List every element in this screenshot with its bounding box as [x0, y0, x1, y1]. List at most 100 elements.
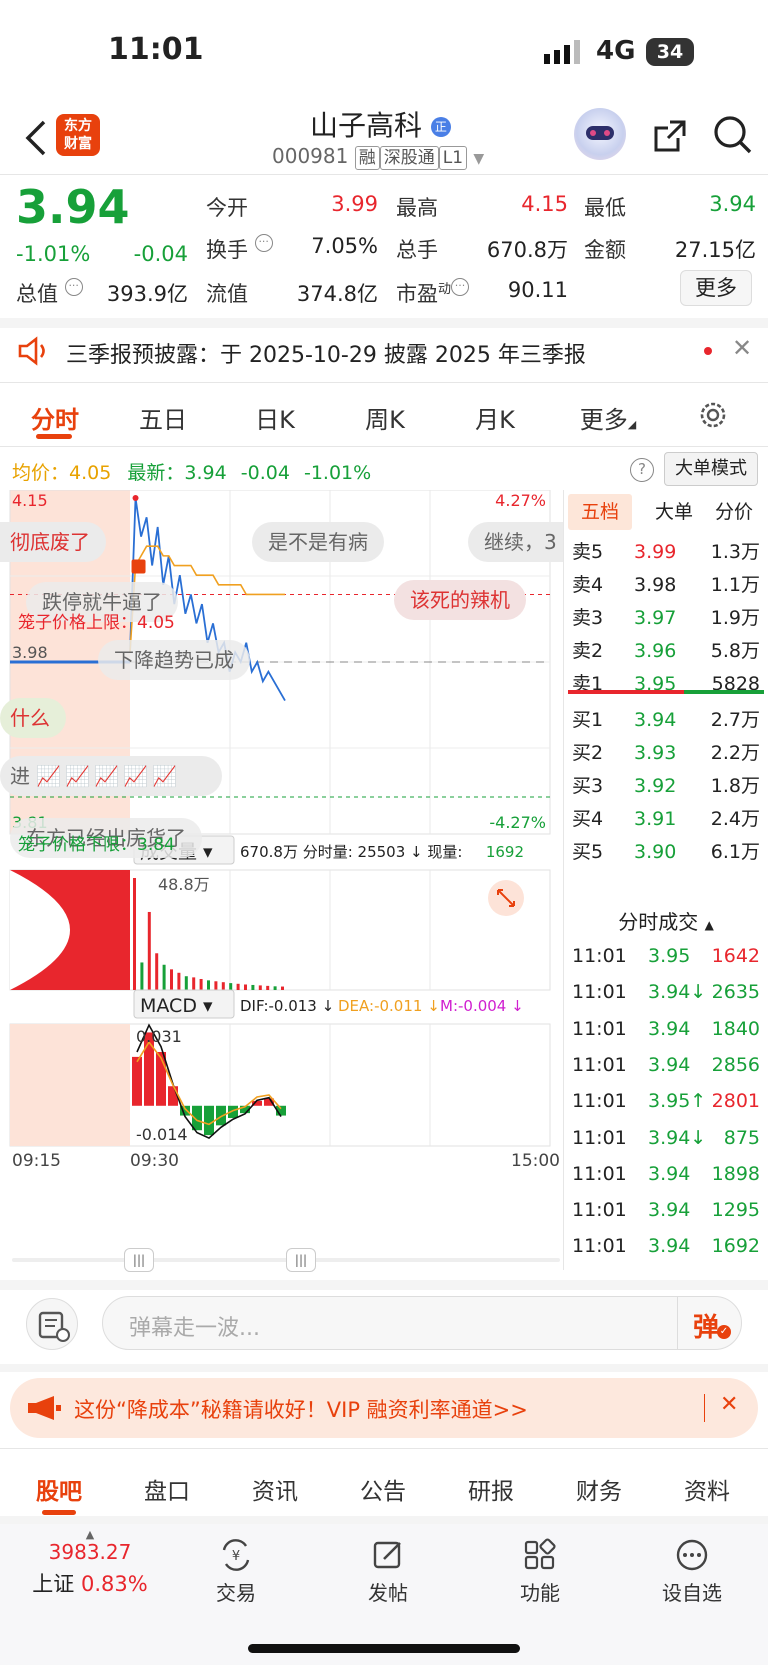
index-value: 3983.27: [48, 1540, 132, 1564]
big-order-mode-button[interactable]: 大单模式: [664, 452, 758, 486]
level-label: 买4: [572, 808, 604, 830]
bottom-tab[interactable]: 盘口: [122, 1472, 212, 1506]
edit-icon: [373, 1541, 401, 1569]
speaker-icon: [18, 336, 45, 366]
range-handle-right[interactable]: |||: [286, 1248, 316, 1272]
close-icon[interactable]: ✕: [732, 334, 752, 362]
notice-text[interactable]: 三季报预披露：于 2025-10-29 披露 2025 年三季报: [66, 337, 586, 369]
macd-title: MACD ▾: [140, 995, 213, 1017]
bid-level[interactable]: 买3 3.92 1.8万: [568, 770, 764, 803]
turnover-label-text: 换手: [206, 238, 248, 262]
tab-daily-k[interactable]: 日K: [240, 400, 310, 435]
divider: [704, 1394, 705, 1422]
tab-big-orders[interactable]: 大单: [644, 494, 704, 530]
search-icon[interactable]: [712, 114, 754, 156]
danmu-list-icon[interactable]: [26, 1298, 78, 1350]
ask-level[interactable]: 卖2 3.96 5.8万: [568, 635, 764, 668]
range-handle-left[interactable]: |||: [124, 1248, 154, 1272]
share-icon[interactable]: [650, 116, 690, 156]
turnover-value: 7.05%: [311, 234, 378, 258]
level-volume: 1.3万: [710, 541, 760, 563]
float-value: 374.8亿: [296, 282, 378, 306]
info-icon[interactable]: ···: [451, 278, 470, 296]
tab-monthly-k[interactable]: 月K: [460, 400, 530, 435]
dock-post[interactable]: 发帖: [348, 1538, 428, 1606]
time-end: 15:00: [511, 1151, 560, 1171]
danmu-bubble: 继续，3: [468, 522, 564, 562]
level-price: 3.97: [634, 607, 677, 629]
ask-level[interactable]: 卖4 3.98 1.1万: [568, 569, 764, 602]
promo-banner[interactable]: 这份“降成本”秘籍请收好！VIP 融资利率通道>> ✕: [10, 1378, 758, 1438]
trade-price: 3.95: [648, 945, 691, 967]
tab-five-day[interactable]: 五日: [128, 400, 198, 435]
back-icon[interactable]: [22, 118, 52, 158]
trade-volume: 875: [723, 1126, 760, 1149]
more-button[interactable]: 更多: [680, 270, 752, 306]
bottom-tab[interactable]: 公告: [338, 1472, 428, 1506]
help-icon[interactable]: ?: [630, 458, 654, 482]
robot-avatar[interactable]: [574, 108, 626, 160]
bid-level[interactable]: 买4 3.91 2.4万: [568, 803, 764, 836]
volume-now: 1692: [486, 843, 524, 861]
bid-level[interactable]: 买1 3.94 2.7万: [568, 704, 764, 737]
bottom-tab[interactable]: 股吧: [14, 1472, 104, 1506]
macd-top-label: 0.031: [136, 1027, 182, 1046]
trade-row: 11:01 3.94↓ 2635: [568, 974, 764, 1010]
tab-weekly-k[interactable]: 周K: [350, 400, 420, 435]
level-volume: 5828: [711, 673, 760, 695]
ask-level[interactable]: 卖3 3.97 1.9万: [568, 602, 764, 635]
danmu-send-button[interactable]: 弹 ✓: [693, 1307, 733, 1343]
trade-volume: 2801: [711, 1090, 760, 1113]
trade-time: 11:01: [572, 1162, 627, 1185]
svg-text:¥: ¥: [232, 1549, 240, 1564]
trades-title[interactable]: 分时成交 ▲: [564, 906, 768, 935]
trade-icon: ¥: [222, 1539, 250, 1571]
stock-title: 山子高科 正: [310, 104, 451, 142]
dock-functions[interactable]: 功能: [500, 1538, 580, 1606]
info-icon[interactable]: ···: [254, 234, 273, 252]
tab-five-levels[interactable]: 五档: [568, 494, 632, 530]
trade-time: 11:01: [572, 1126, 627, 1149]
trade-volume: 1642: [711, 945, 760, 967]
tab-price-dist[interactable]: 分价: [704, 494, 764, 530]
pe-sup: 动: [438, 282, 452, 297]
danmu-send-glyph: 弹: [693, 1313, 720, 1343]
promo-close-icon[interactable]: ✕: [720, 1392, 738, 1417]
volume-bar: [251, 984, 255, 990]
info-icon[interactable]: ···: [64, 278, 83, 296]
bottom-tab[interactable]: 资料: [662, 1472, 752, 1506]
bid-level[interactable]: 买5 3.90 6.1万: [568, 836, 764, 869]
high-value: 4.15: [521, 192, 568, 216]
network-label: 4G: [596, 36, 636, 66]
trade-row: 11:01 3.95↑ 2801: [568, 1083, 764, 1119]
index-widget[interactable]: ▲ 3983.27 上证 0.83%: [20, 1528, 160, 1598]
bottom-tab[interactable]: 财务: [554, 1472, 644, 1506]
divider: [677, 1297, 678, 1349]
bottom-tab[interactable]: 研报: [446, 1472, 536, 1506]
tab-more[interactable]: 更多◢: [568, 400, 648, 435]
danmu-input[interactable]: 弹幕走一波... 弹 ✓: [102, 1296, 742, 1350]
stock-code: 000981: [272, 144, 349, 168]
volume-bar: [221, 982, 225, 990]
pe-value: 90.11: [507, 278, 568, 302]
tab-intraday[interactable]: 分时: [20, 400, 90, 435]
volume-bar: [155, 953, 159, 990]
stock-code-row[interactable]: 000981 融深股通 L1 ▼: [272, 144, 484, 170]
trade-row: 11:01 3.94 1295: [568, 1192, 764, 1228]
chart-summary: 均价：4.05 最新：3.94 -0.04 -1.01%: [12, 458, 371, 485]
dock-add-watchlist[interactable]: 设自选: [652, 1538, 732, 1606]
chg-value: -0.04: [240, 462, 290, 484]
ask-level[interactable]: 卖1 3.95 5828: [568, 668, 764, 701]
danmu-bubble: 什么: [0, 698, 66, 738]
badge-connect: 深股通: [379, 146, 439, 170]
bid-level[interactable]: 买2 3.93 2.2万: [568, 737, 764, 770]
settings-icon[interactable]: [696, 398, 730, 432]
ask-level[interactable]: 卖5 3.99 1.3万: [568, 536, 764, 569]
bottom-tab[interactable]: 资讯: [230, 1472, 320, 1506]
level-volume: 2.2万: [710, 742, 760, 764]
top-pct-label: 4.27%: [495, 491, 546, 510]
trade-price: 3.95↑: [648, 1090, 707, 1113]
index-name: 上证: [32, 1572, 75, 1596]
dock-trade[interactable]: ¥ 交易: [196, 1538, 276, 1606]
mktcap-label-text: 总值: [16, 282, 58, 306]
